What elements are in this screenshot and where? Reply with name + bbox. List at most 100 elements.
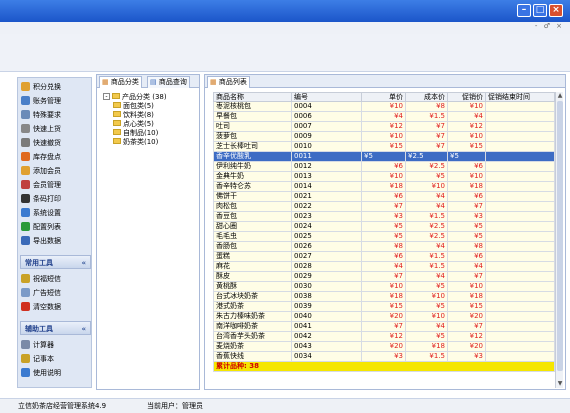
table-row[interactable]: 蛋糕 0027 ¥6 ¥1.5 ¥6	[213, 251, 555, 262]
nav-item[interactable]: 快速上货	[21, 123, 91, 136]
minimize-icon[interactable]: –	[517, 4, 531, 17]
table-row[interactable]: 吐司 0007 ¥12 ¥7 ¥12	[213, 121, 555, 132]
column-header[interactable]: 促销结束时间	[485, 92, 555, 102]
nav-item[interactable]: 添加会员	[21, 165, 91, 178]
nav-item[interactable]: 积分兑换	[21, 81, 91, 94]
cell-cost-price: ¥4	[405, 271, 448, 282]
table-row[interactable]: 芝士长棒吐司 0010 ¥15 ¥7 ¥15	[213, 141, 555, 152]
column-header[interactable]: 成本价	[405, 92, 448, 102]
list-tab-icon: ▦	[210, 78, 217, 86]
tree-item-label: 自制品(10)	[123, 129, 159, 137]
table-row[interactable]: 佛饼干 0021 ¥6 ¥4 ¥6	[213, 191, 555, 202]
table-row[interactable]: 香豆包 0023 ¥3 ¥1.5 ¥3	[213, 211, 555, 222]
category-panel: ▦ 商品分类 ▤ 商品查询 - 产品分类 (38) 面包类(5) 饮料类(8) 点…	[96, 74, 200, 390]
cell-product-code: 0042	[291, 331, 362, 342]
nav-item[interactable]: 配置列表	[21, 221, 91, 234]
export-icon	[21, 235, 30, 245]
table-row[interactable]: 毛毛虫 0025 ¥5 ¥2.5 ¥5	[213, 231, 555, 242]
table-row[interactable]: 早餐包 0006 ¥4 ¥1.5 ¥4	[213, 111, 555, 122]
table-row[interactable]: 枣泥核桃包 0004 ¥10 ¥8 ¥10	[213, 101, 555, 112]
collapse-icon[interactable]: «	[81, 322, 86, 336]
table-row[interactable]: 酥皮 0029 ¥7 ¥4 ¥7	[213, 271, 555, 282]
left-nav-panel: 积分兑换 账务管理 特殊要求 快速上货 快速撤货 库存盘点 添加会员 会员管理 …	[17, 77, 92, 388]
tree-item[interactable]: 自制品(10)	[113, 129, 158, 138]
table-row[interactable]: 香肠包 0026 ¥8 ¥4 ¥8	[213, 241, 555, 252]
nav-item[interactable]: 导出数据	[21, 235, 91, 248]
vertical-scrollbar[interactable]: ▲ ▼	[555, 92, 563, 388]
nav-item[interactable]: 库存盘点	[21, 151, 91, 164]
tool-item[interactable]: 广告短信	[21, 287, 91, 300]
cell-product-code: 0029	[291, 271, 362, 282]
maximize-icon[interactable]: □	[533, 4, 547, 17]
panel-header-common-tools[interactable]: 常用工具 «	[20, 255, 91, 269]
table-row[interactable]: 香辛特仑苏 0014 ¥18 ¥10 ¥18	[213, 181, 555, 192]
tree-collapse-icon[interactable]: -	[103, 92, 110, 100]
tool-item[interactable]: 计算器	[21, 339, 91, 352]
table-row[interactable]: 甜心圈 0024 ¥5 ¥2.5 ¥5	[213, 221, 555, 232]
nav-item-label: 导出数据	[33, 237, 61, 245]
collapse-icon[interactable]: «	[81, 256, 86, 270]
table-row[interactable]: 港式奶茶 0039 ¥15 ¥5 ¥15	[213, 301, 555, 312]
tab-product-list[interactable]: ▦ 商品列表	[207, 76, 250, 88]
tree-item[interactable]: 奶茶类(10)	[113, 138, 158, 147]
cell-promo-end	[485, 231, 555, 242]
cell-product-code: 0038	[291, 291, 362, 302]
tool-item[interactable]: 记事本	[21, 353, 91, 366]
panel-header-aux-tools[interactable]: 辅助工具 «	[20, 321, 91, 335]
cell-product-code: 0030	[291, 281, 362, 292]
nav-item[interactable]: 条码打印	[21, 193, 91, 206]
tree-root[interactable]: - 产品分类 (38)	[103, 92, 167, 102]
folder-icon	[113, 102, 121, 108]
scroll-down-icon[interactable]: ▼	[556, 380, 564, 388]
table-row[interactable]: 朱古力榛味奶茶 0040 ¥20 ¥10 ¥20	[213, 311, 555, 322]
column-header[interactable]: 促销价	[447, 92, 486, 102]
cell-cost-price: ¥5	[405, 171, 448, 182]
table-row[interactable]: 金典牛奶 0013 ¥10 ¥5 ¥10	[213, 171, 555, 182]
tool-item[interactable]: 清空数据	[21, 301, 91, 314]
tree-item[interactable]: 饮料类(8)	[113, 111, 154, 120]
help-icon	[21, 367, 30, 377]
cell-cost-price: ¥8	[405, 101, 448, 112]
cell-promo-end	[485, 341, 555, 352]
cell-promo-price: ¥12	[447, 121, 486, 132]
table-row[interactable]: 菠萝包 0009 ¥10 ¥7 ¥10	[213, 131, 555, 142]
cell-product-name: 吐司	[213, 121, 292, 132]
nav-item[interactable]: 特殊要求	[21, 109, 91, 122]
tree-item[interactable]: 面包类(5)	[113, 102, 154, 111]
table-row[interactable]: 台湾香芋头奶茶 0042 ¥12 ¥5 ¥12	[213, 331, 555, 342]
scroll-up-icon[interactable]: ▲	[556, 92, 564, 100]
cell-promo-price: ¥7	[447, 271, 486, 282]
cell-promo-end	[485, 191, 555, 202]
cell-promo-price: ¥4	[447, 261, 486, 272]
sms-icon	[21, 273, 30, 283]
nav-item[interactable]: 账务管理	[21, 95, 91, 108]
nav-item[interactable]: 会员管理	[21, 179, 91, 192]
tool-item[interactable]: 使用说明	[21, 367, 91, 380]
table-row[interactable]: 黄桃酥 0030 ¥10 ¥5 ¥10	[213, 281, 555, 292]
cell-promo-price: ¥6	[447, 191, 486, 202]
close-icon[interactable]: ×	[549, 4, 563, 17]
column-header[interactable]: 商品名称	[213, 92, 292, 102]
tree-item[interactable]: 点心类(5)	[113, 120, 154, 129]
scrollbar-thumb[interactable]	[557, 101, 563, 371]
nav-item[interactable]: 系统设置	[21, 207, 91, 220]
table-row[interactable]: 南洋咖啡奶茶 0041 ¥7 ¥4 ¥7	[213, 321, 555, 332]
table-row[interactable]: 肉松包 0022 ¥7 ¥4 ¥7	[213, 201, 555, 212]
tool-item[interactable]: 祝福短信	[21, 273, 91, 286]
table-row[interactable]: 麦烧奶茶 0043 ¥20 ¥18 ¥20	[213, 341, 555, 352]
table-row[interactable]: 香蕉快线 0034 ¥3 ¥1.5 ¥3	[213, 351, 555, 362]
cell-product-name: 麦烧奶茶	[213, 341, 292, 352]
table-row[interactable]: 伊利纯牛奶 0012 ¥6 ¥2.5 ¥6	[213, 161, 555, 172]
tab-product-category[interactable]: ▦ 商品分类	[99, 76, 142, 88]
column-header[interactable]: 单价	[361, 92, 406, 102]
status-bar: 立信奶茶店经营管理系统4.9 当前用户：管理员	[0, 398, 570, 413]
window-title-bar: – □ ×	[0, 0, 570, 22]
table-row[interactable]: 麻花 0028 ¥4 ¥1.5 ¥4	[213, 261, 555, 272]
table-row[interactable]: 香辛优酸乳 0011 ¥5 ¥2.5 ¥5	[213, 151, 555, 162]
mdi-window-controls[interactable]: - ♂ ×	[535, 22, 564, 30]
table-row[interactable]: 台式冰块奶茶 0038 ¥18 ¥10 ¥18	[213, 291, 555, 302]
tree-item-label: 奶茶类(10)	[123, 138, 159, 146]
tab-product-search[interactable]: ▤ 商品查询	[147, 76, 190, 88]
column-header[interactable]: 编号	[291, 92, 362, 102]
nav-item[interactable]: 快速撤货	[21, 137, 91, 150]
